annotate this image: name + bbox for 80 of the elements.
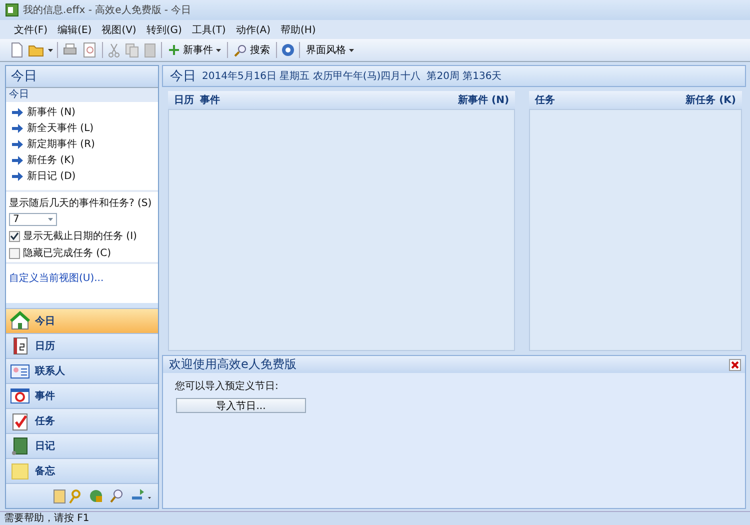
caret-icon [216, 48, 221, 52]
book-icon [10, 436, 30, 456]
checkbox-label: 显示无截止日期的任务 (I) [23, 230, 137, 243]
days-label: 显示随后几天的事件和任务? (S) [9, 196, 153, 210]
caret-icon[interactable] [48, 48, 53, 52]
shortcut-icons-drawing[interactable] [52, 488, 152, 504]
nav-item[interactable]: 联系人 [6, 358, 158, 383]
status-text: 需要帮助，请按 F1 [4, 513, 90, 524]
section-title: 今日 [6, 88, 158, 102]
clipboard-icon[interactable] [143, 42, 157, 58]
action-link[interactable]: 新全天事件 (L) [12, 120, 158, 136]
search-icon [234, 44, 247, 56]
nav-label[interactable]: 备忘 [35, 464, 55, 478]
menu-item[interactable]: 帮助(H) [276, 22, 320, 36]
new-document-icon[interactable] [10, 42, 24, 58]
arrow-icon [12, 172, 23, 180]
menu-item[interactable]: 转到(G) [142, 22, 186, 36]
arrow-icon [12, 156, 23, 164]
house-icon [10, 311, 30, 331]
nav-label[interactable]: 日记 [35, 439, 55, 453]
action-link[interactable]: 新定期事件 (R) [12, 136, 158, 152]
arrow-icon [12, 124, 23, 132]
nav-item[interactable]: 事件 [6, 383, 158, 408]
nav-item[interactable]: 任务 [6, 408, 158, 433]
new-event-button[interactable]: 新事件 [166, 40, 223, 60]
new-event-link[interactable]: 新事件 (N) [458, 93, 510, 107]
menu-item[interactable]: 文件(F) [10, 22, 52, 36]
new-task-link[interactable]: 新任务 (K) [686, 93, 736, 107]
action-link[interactable]: 新事件 (N) [12, 104, 158, 120]
search-button[interactable]: 搜索 [232, 40, 272, 60]
menu-item[interactable]: 动作(A) [232, 22, 274, 36]
checkbox[interactable] [9, 248, 20, 258]
days-dropdown[interactable]: 7 [9, 213, 57, 226]
action-label[interactable]: 新任务 (K) [27, 153, 75, 167]
column-header: 事件 [200, 94, 220, 107]
copy-icon[interactable] [125, 42, 139, 58]
checkbox-label: 隐藏已完成任务 (C) [23, 246, 111, 260]
caret-icon [349, 48, 354, 52]
menu-item[interactable]: 视图(V) [98, 22, 140, 36]
customize-view-link[interactable]: 自定义当前视图(U)... [9, 273, 104, 284]
app-icon [5, 3, 19, 17]
nav-item[interactable]: 日记 [6, 433, 158, 458]
close-icon[interactable] [729, 358, 741, 370]
action-label[interactable]: 新日记 (D) [27, 169, 76, 183]
action-label[interactable]: 新全天事件 (L) [27, 121, 94, 135]
welcome-text: 您可以导入预定义节日: [174, 380, 280, 394]
nav-label[interactable]: 事件 [35, 389, 55, 403]
sticky-note-icon [10, 461, 30, 481]
preview-icon[interactable] [82, 42, 98, 58]
nav-label[interactable]: 今日 [35, 314, 55, 328]
plus-icon [168, 44, 180, 56]
arrow-icon [12, 140, 23, 148]
panel-title: 今日 [6, 66, 158, 88]
theme-button[interactable]: 界面风格 [304, 40, 356, 60]
nav-item[interactable]: 日历 [6, 333, 158, 358]
nav-label[interactable]: 任务 [35, 414, 55, 428]
arrow-icon [12, 108, 23, 116]
column-header: 任务 [535, 94, 556, 107]
checkbox[interactable] [9, 230, 20, 242]
week-text: 第20周 第136天 [426, 70, 502, 83]
action-link[interactable]: 新日记 (D) [12, 168, 158, 184]
caret-icon [48, 218, 53, 221]
nav-label[interactable]: 联系人 [35, 364, 65, 378]
action-link[interactable]: 新任务 (K) [12, 152, 158, 168]
window-title: 我的信息.effx - 高效e人免费版 - 今日 [23, 4, 192, 17]
nav-item[interactable]: 备忘 [6, 458, 158, 483]
date-text: 2014年5月16日 星期五 农历甲午年(马)四月十八 [202, 70, 421, 83]
column-header: 日历 [174, 94, 194, 107]
import-holidays-button[interactable]: 导入节日... [176, 398, 306, 413]
clipboard-check-icon [10, 411, 30, 431]
calendar-grid-icon [10, 386, 30, 406]
action-label[interactable]: 新事件 (N) [27, 105, 76, 119]
nav-item[interactable]: 今日 [6, 308, 158, 333]
welcome-title: 欢迎使用高效e人免费版 [169, 356, 296, 373]
action-label[interactable]: 新定期事件 (R) [27, 137, 95, 151]
menu-item[interactable]: 编辑(E) [54, 22, 96, 36]
nav-label[interactable]: 日历 [35, 339, 55, 353]
scissors-icon[interactable] [107, 42, 121, 58]
menu-item[interactable]: 工具(T) [188, 22, 230, 36]
view-title: 今日 [170, 68, 196, 85]
